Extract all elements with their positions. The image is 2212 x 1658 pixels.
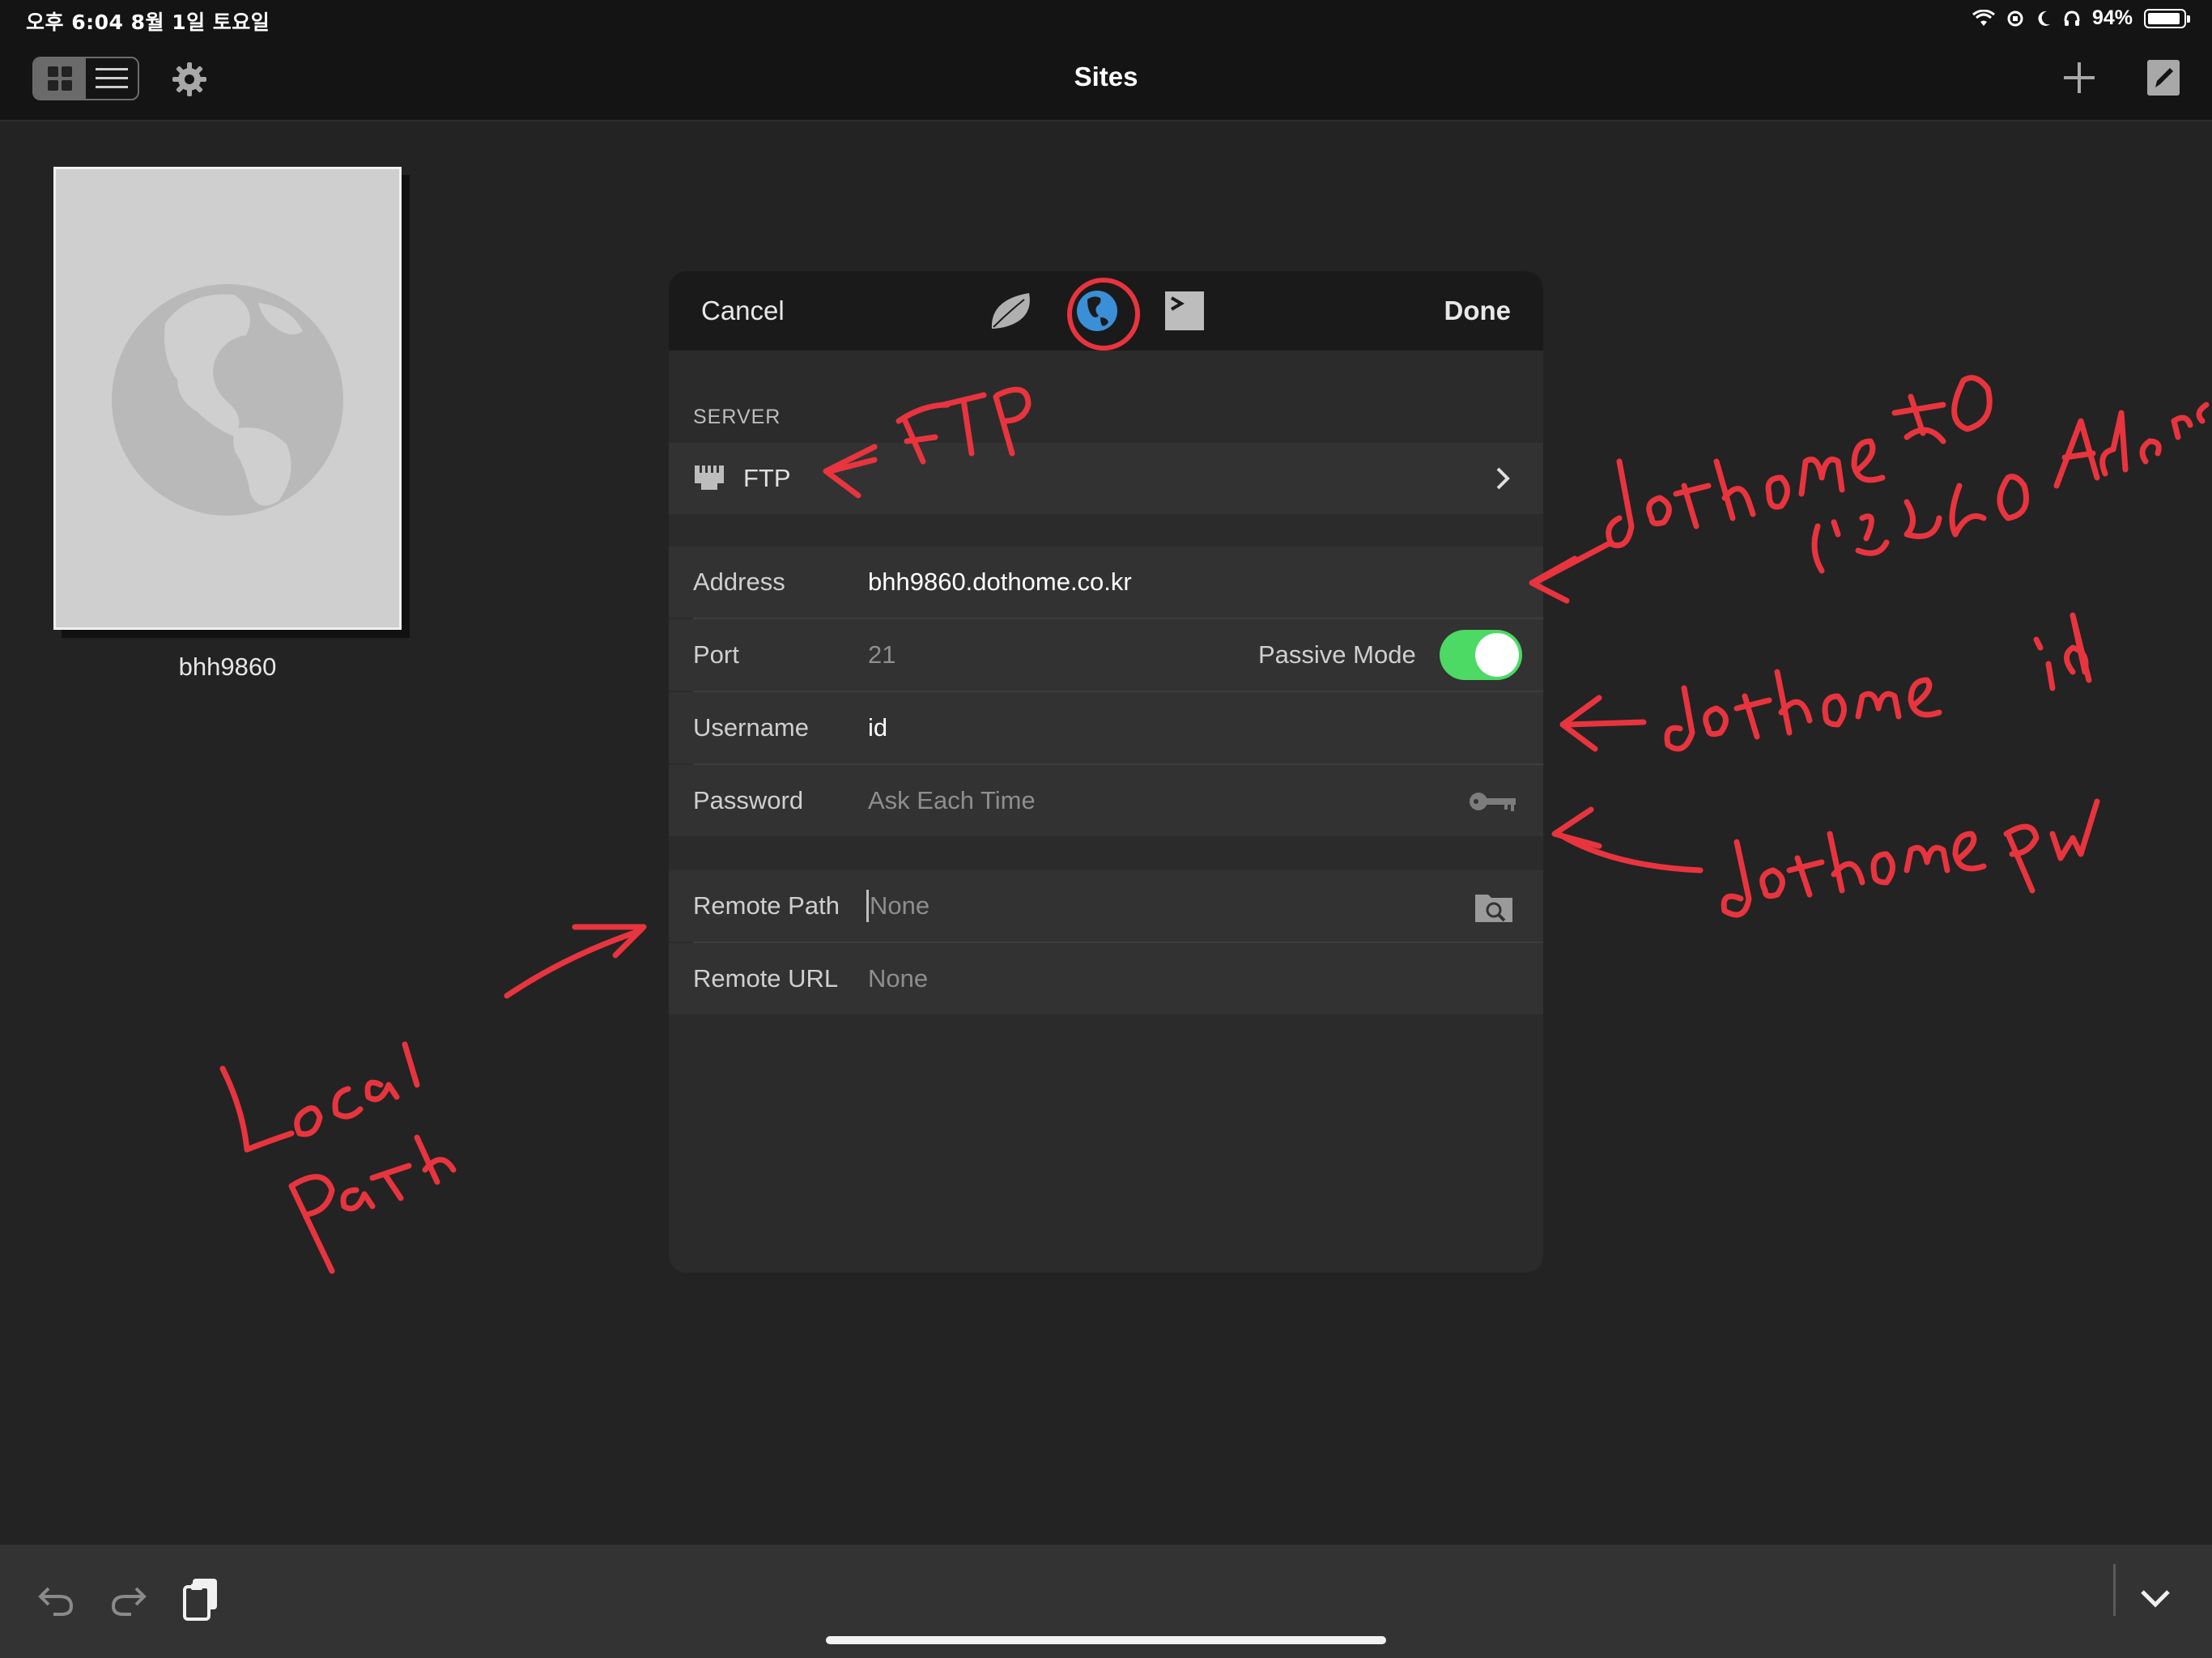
port-field[interactable]: 21 <box>868 640 895 670</box>
status-time-date: 오후 6:04 8월 1일 토요일 <box>26 11 270 34</box>
server-section-title: SERVER <box>693 406 781 428</box>
edit-icon <box>2147 60 2180 96</box>
wifi-icon <box>1972 9 1995 26</box>
port-label: Port <box>693 640 739 669</box>
key-icon <box>1470 793 1516 811</box>
undo-icon[interactable] <box>37 1582 74 1618</box>
remote-path-label: Remote Path <box>693 891 840 920</box>
globe-icon <box>112 284 343 516</box>
annotation-pw <box>1551 798 2100 918</box>
battery-percent: 94% <box>2091 6 2133 29</box>
text-cursor <box>866 890 869 922</box>
username-field[interactable]: id <box>868 713 887 742</box>
address-field[interactable]: bhh9860.dothome.co.kr <box>868 568 1132 597</box>
password-field[interactable]: Ask Each Time <box>868 786 1036 815</box>
plus-icon <box>2064 62 2095 93</box>
remote-url-label: Remote URL <box>693 964 839 993</box>
done-button[interactable]: Done <box>1444 295 1512 326</box>
remote-path-field[interactable]: None <box>870 891 929 920</box>
passive-mode-label: Passive Mode <box>1258 640 1416 669</box>
cancel-button[interactable]: Cancel <box>701 295 785 326</box>
chevron-down-icon[interactable] <box>2138 1587 2173 1611</box>
annotation-local-path <box>219 924 647 1274</box>
annotation-id <box>1559 612 2092 752</box>
edit-button[interactable] <box>2141 55 2186 100</box>
site-name: bhh9860 <box>178 653 277 681</box>
clipboard-icon[interactable] <box>181 1577 220 1622</box>
add-site-button[interactable] <box>2057 55 2102 100</box>
toolbar-divider <box>2113 1564 2116 1616</box>
tab-leaf[interactable] <box>985 284 1038 338</box>
password-row[interactable]: Password Ask Each Time <box>669 765 1543 836</box>
site-settings-dialog: Cancel Done SERVER FTP Address bhh9860.d… <box>669 271 1543 1273</box>
server-type-label: FTP <box>743 464 791 492</box>
page-title: Sites <box>1074 62 1138 91</box>
leaf-icon <box>991 293 1030 329</box>
dialog-header: Cancel Done <box>669 271 1543 351</box>
terminal-icon <box>1165 291 1204 330</box>
moon-icon <box>2038 11 2050 26</box>
toggle-knob <box>1475 633 1519 677</box>
folder-search-icon <box>1475 895 1512 922</box>
status-bar: 오후 6:04 8월 1일 토요일 94% <box>0 0 2212 37</box>
ethernet-icon <box>695 466 724 490</box>
orientation-lock-icon <box>2007 11 2023 26</box>
username-label: Username <box>693 713 809 742</box>
nav-bar: Sites <box>0 37 2212 121</box>
address-label: Address <box>693 568 785 596</box>
port-row[interactable]: Port 21 Passive Mode <box>669 619 1543 691</box>
address-row[interactable]: Address bhh9860.dothome.co.kr <box>669 546 1543 618</box>
globe-tab-icon <box>1077 291 1117 331</box>
headphones-icon <box>2064 10 2080 26</box>
status-icons: 94% <box>1972 6 2190 30</box>
tab-globe[interactable] <box>1070 284 1124 338</box>
passive-mode-toggle[interactable] <box>1440 630 1522 680</box>
chevron-right-icon <box>1496 467 1510 490</box>
remote-url-field[interactable]: None <box>868 964 928 993</box>
remote-path-row[interactable]: Remote Path None <box>669 870 1543 942</box>
username-row[interactable]: Username id <box>669 692 1543 763</box>
tab-terminal[interactable] <box>1158 284 1211 338</box>
redo-icon[interactable] <box>110 1582 147 1618</box>
password-label: Password <box>693 786 804 814</box>
annotation-address <box>1529 375 2210 604</box>
home-indicator <box>826 1636 1386 1644</box>
remote-url-row[interactable]: Remote URL None <box>669 943 1543 1014</box>
server-type-row[interactable]: FTP <box>669 443 1543 514</box>
battery-icon <box>2144 8 2190 28</box>
site-thumbnail[interactable] <box>53 167 402 630</box>
